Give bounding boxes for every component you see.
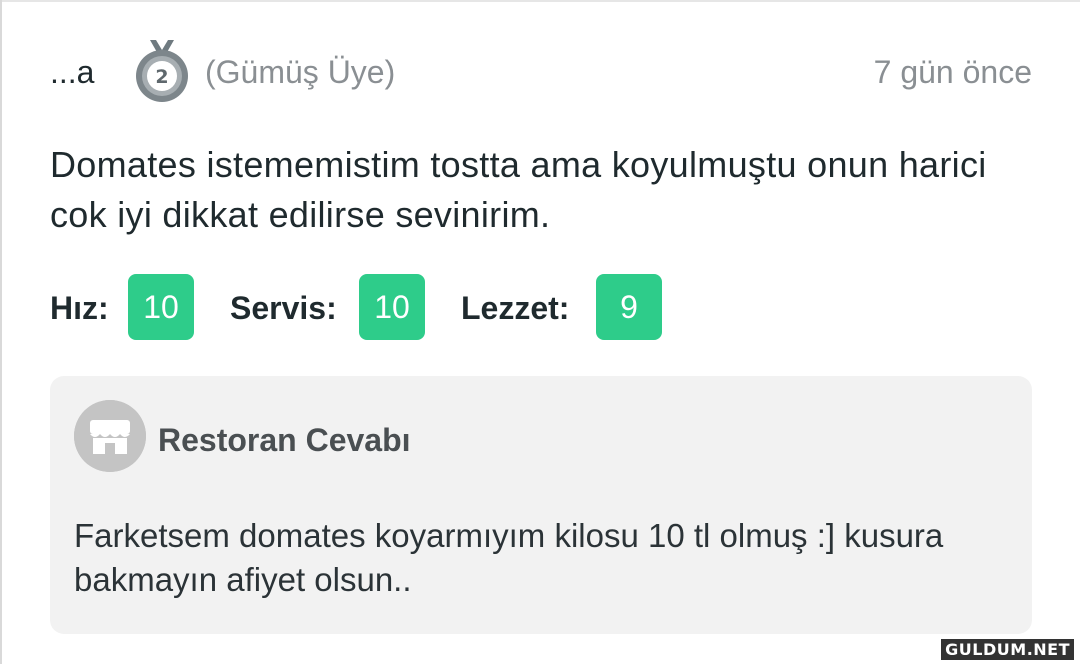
- silver-medal-icon: 2: [132, 38, 192, 104]
- store-icon: [74, 400, 146, 472]
- score-badge: 10: [359, 274, 425, 340]
- review-timestamp: 7 gün önce: [873, 54, 1032, 90]
- rating-label: Hız:: [50, 290, 109, 326]
- reply-title: Restoran Cevabı: [158, 422, 411, 458]
- review-text: Domates istememistim tostta ama koyulmuş…: [50, 144, 987, 235]
- username[interactable]: ...a: [50, 54, 94, 91]
- medal-number: 2: [155, 66, 168, 88]
- left-divider: [0, 0, 2, 664]
- rating-label: Servis:: [230, 290, 337, 326]
- restaurant-reply: Restoran Cevabı Farketsem domates koyarm…: [50, 376, 1032, 634]
- review-header: ...a 2 (Gümüş Üye) 7 gün önce: [50, 36, 1032, 106]
- score-badge: 10: [128, 274, 194, 340]
- score-badge: 9: [596, 274, 662, 340]
- member-level: (Gümüş Üye): [205, 54, 396, 90]
- top-divider: [0, 0, 1080, 2]
- rating-label: Lezzet:: [461, 290, 570, 326]
- watermark: GULDUM.NET: [941, 639, 1074, 660]
- reply-text: Farketsem domates koyarmıyım kilosu 10 t…: [74, 517, 944, 598]
